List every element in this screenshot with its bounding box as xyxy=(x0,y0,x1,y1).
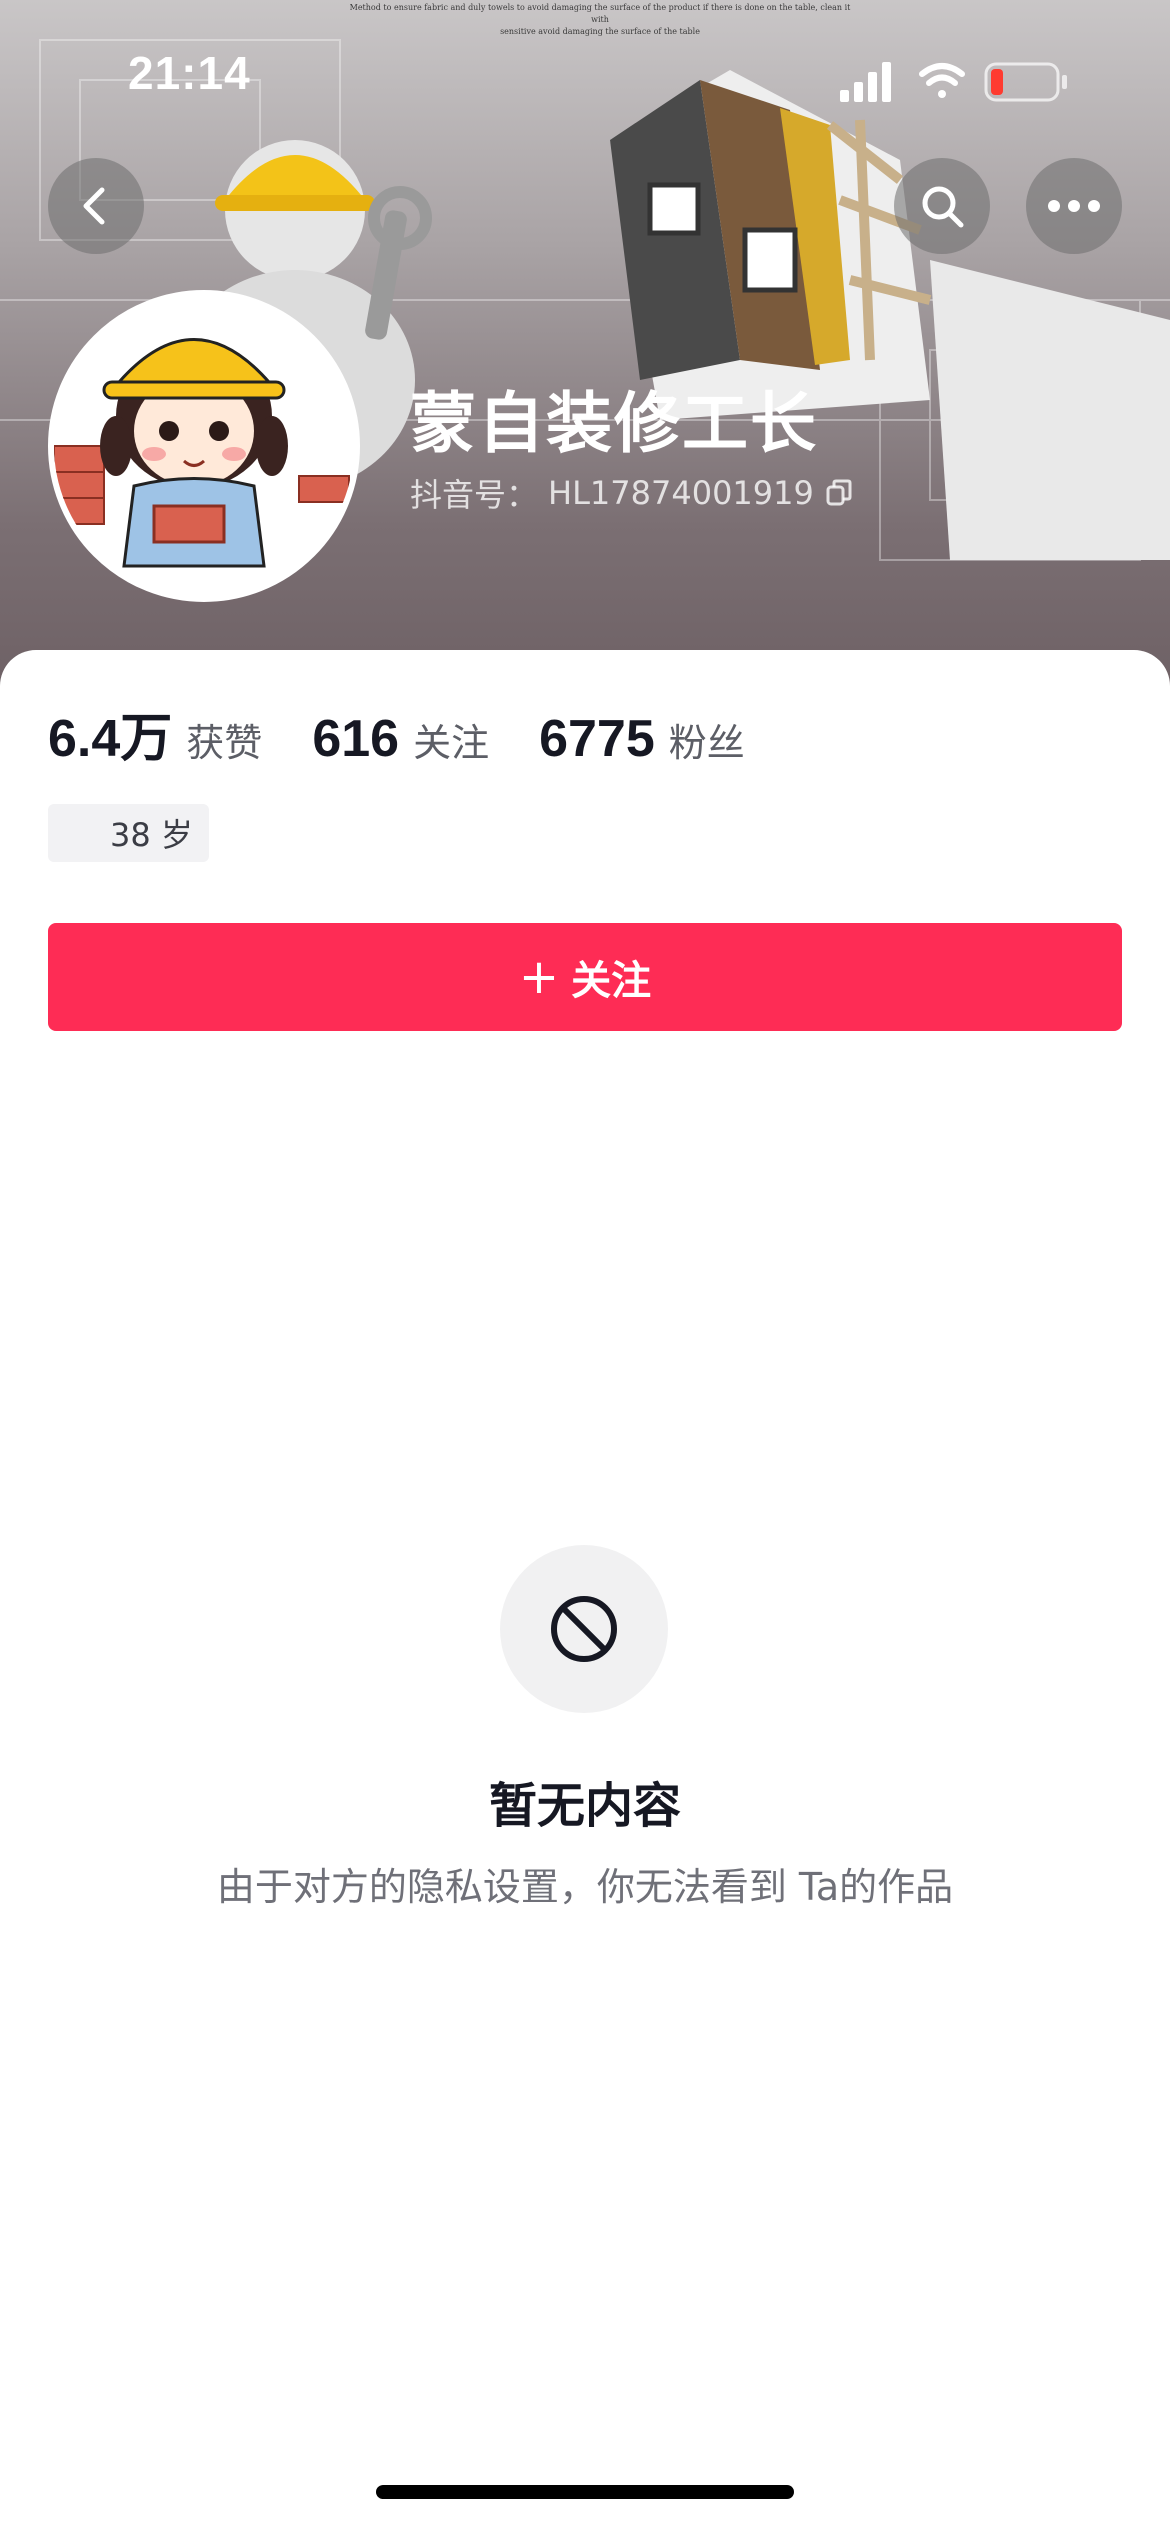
empty-state-icon-wrap xyxy=(500,1545,668,1713)
wifi-icon xyxy=(919,63,965,98)
stat-likes-value: 6.4万 xyxy=(48,710,173,768)
profile-name: 蒙自装修工长 xyxy=(410,385,818,462)
stat-likes[interactable]: 6.4万 获赞 xyxy=(48,696,262,771)
cover-caption-line-2: sensitive avoid damaging the surface of … xyxy=(500,27,700,36)
stat-likes-label: 获赞 xyxy=(186,721,263,765)
stat-followers-label: 粉丝 xyxy=(668,721,745,765)
profile-sheet: 6.4万 获赞 616 关注 6775 粉丝 38 岁 + 关注 暂无内容 由于… xyxy=(0,650,1170,2532)
empty-state-title: 暂无内容 xyxy=(488,1778,681,1834)
stat-followers-value: 6775 xyxy=(539,710,655,768)
plus-icon: + xyxy=(518,949,560,1005)
stat-following[interactable]: 616 关注 xyxy=(312,709,489,769)
cover-caption-line-1: Method to ensure fabric and duly towels … xyxy=(349,3,851,24)
follow-button[interactable]: + 关注 xyxy=(48,923,1122,1031)
age-tag: 38 岁 xyxy=(48,804,209,862)
search-button[interactable] xyxy=(894,158,990,254)
follow-button-label: 关注 xyxy=(571,958,652,1004)
stat-followers[interactable]: 6775 粉丝 xyxy=(539,709,745,769)
stat-following-label: 关注 xyxy=(413,721,490,765)
copy-icon[interactable] xyxy=(824,478,854,508)
stat-following-value: 616 xyxy=(312,710,400,768)
avatar[interactable] xyxy=(48,290,360,602)
profile-stats: 6.4万 获赞 616 关注 6775 粉丝 xyxy=(48,696,795,771)
search-icon xyxy=(922,186,964,228)
douyin-id-label: 抖音号： xyxy=(410,476,539,514)
more-button[interactable] xyxy=(1026,158,1122,254)
avatar-illustration xyxy=(54,296,354,596)
home-indicator[interactable] xyxy=(376,2485,794,2499)
back-button[interactable] xyxy=(48,158,144,254)
chevron-left-icon xyxy=(83,187,105,225)
cover-caption: Method to ensure fabric and duly towels … xyxy=(340,2,860,38)
status-icons xyxy=(840,62,1067,102)
douyin-id[interactable]: 抖音号： HL17874001919 xyxy=(410,470,854,516)
block-icon xyxy=(551,1596,617,1662)
more-horizontal-icon xyxy=(1048,200,1100,212)
signal-icon xyxy=(840,62,891,102)
empty-state-description: 由于对方的隐私设置，你无法看到 Ta的作品 xyxy=(216,1865,954,1909)
battery-low-icon xyxy=(984,62,1067,102)
status-time: 21:14 xyxy=(128,47,251,99)
douyin-id-value: HL17874001919 xyxy=(548,474,814,512)
